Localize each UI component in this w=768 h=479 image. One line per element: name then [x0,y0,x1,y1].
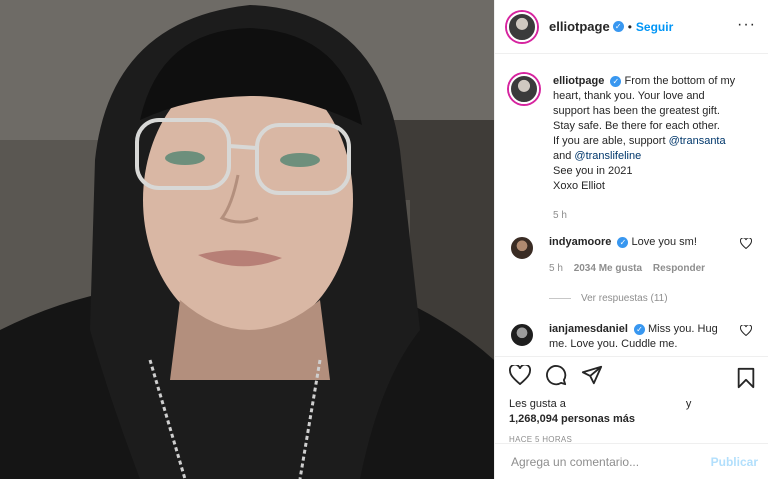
caption-avatar[interactable] [509,74,539,104]
caption-body: elliotpage ✓ From the bottom of my heart… [553,74,738,223]
caption-text: If you are able, support [553,135,669,147]
publish-button[interactable]: Publicar [711,455,758,469]
comment-meta: 5 h 2034 Me gusta Responder [549,261,734,276]
comment-input[interactable] [509,453,711,470]
comment-text: Love you sm! [631,236,697,248]
post-time-ago[interactable]: HACE 5 HORAS [495,427,768,444]
comments-list[interactable]: elliotpage ✓ From the bottom of my heart… [495,54,768,356]
commenter-avatar[interactable] [509,235,535,261]
header-username[interactable]: elliotpage [549,19,610,34]
caption-text: and [553,150,575,162]
mention-link[interactable]: @transanta [669,135,726,147]
comment-time[interactable]: 5 h [549,263,563,274]
view-replies-label[interactable]: Ver respuestas (11) [581,293,668,304]
post-details-panel: elliotpage ✓ • Seguir ··· elliotpage ✓ F… [494,0,768,479]
commenter-avatar[interactable] [509,322,535,348]
post-actions-section: Les gusta a y 1,268,094 personas más HACE… [495,356,768,444]
small-heart-icon[interactable] [739,324,753,339]
verified-icon: ✓ [612,21,624,32]
caption-time[interactable]: 5 h [553,210,567,221]
verified-icon: ✓ [633,323,645,335]
verified-icon: ✓ [617,236,629,248]
post-photo[interactable] [0,0,494,479]
likes-conjunction: y [685,398,692,410]
mention-link[interactable]: @translifeline [574,150,641,162]
heart-icon[interactable] [509,363,531,390]
small-heart-icon[interactable] [739,237,753,252]
separator-dot: • [627,19,632,34]
more-options-icon[interactable]: ··· [737,17,756,33]
comment-item: indyamoore ✓ Love you sm! 5 h 2034 Me gu… [495,235,768,276]
post-header: elliotpage ✓ • Seguir ··· [495,0,768,54]
likes-count[interactable]: 1,268,094 personas más [509,413,635,425]
likes-summary: Les gusta a y 1,268,094 personas más [495,397,768,427]
caption: elliotpage ✓ From the bottom of my heart… [495,54,768,223]
caption-meta: 5 h [553,208,738,223]
comment-body: ianjamesdaniel ✓ Miss you. Hug me. Love … [549,322,734,352]
comment-username[interactable]: ianjamesdaniel [549,323,628,335]
add-comment-bar: Publicar [495,443,768,479]
comment-icon[interactable] [545,364,567,391]
comment-username[interactable]: indyamoore [549,236,611,248]
bookmark-icon[interactable] [736,367,756,394]
view-replies[interactable]: Ver respuestas (11) [549,293,768,304]
share-icon[interactable] [581,364,603,391]
comment-item: ianjamesdaniel ✓ Miss you. Hug me. Love … [495,322,768,352]
avatar[interactable] [507,11,537,42]
caption-text: Stay safe. Be there for each other. [553,120,720,132]
caption-text: See you in 2021 [553,165,633,177]
likes-prefix: Les gusta a [509,398,566,410]
replies-divider [549,298,571,299]
verified-icon: ✓ [610,75,622,87]
action-bar [495,357,768,397]
portrait-illustration [0,0,494,479]
instagram-post: elliotpage ✓ • Seguir ··· elliotpage ✓ F… [0,0,768,479]
comment-body: indyamoore ✓ Love you sm! 5 h 2034 Me gu… [549,235,734,276]
follow-button[interactable]: Seguir [636,20,673,34]
reply-button[interactable]: Responder [653,263,705,274]
caption-text: Xoxo Elliot [553,180,605,192]
caption-username[interactable]: elliotpage [553,75,604,87]
comment-likes[interactable]: 2034 Me gusta [574,263,642,274]
